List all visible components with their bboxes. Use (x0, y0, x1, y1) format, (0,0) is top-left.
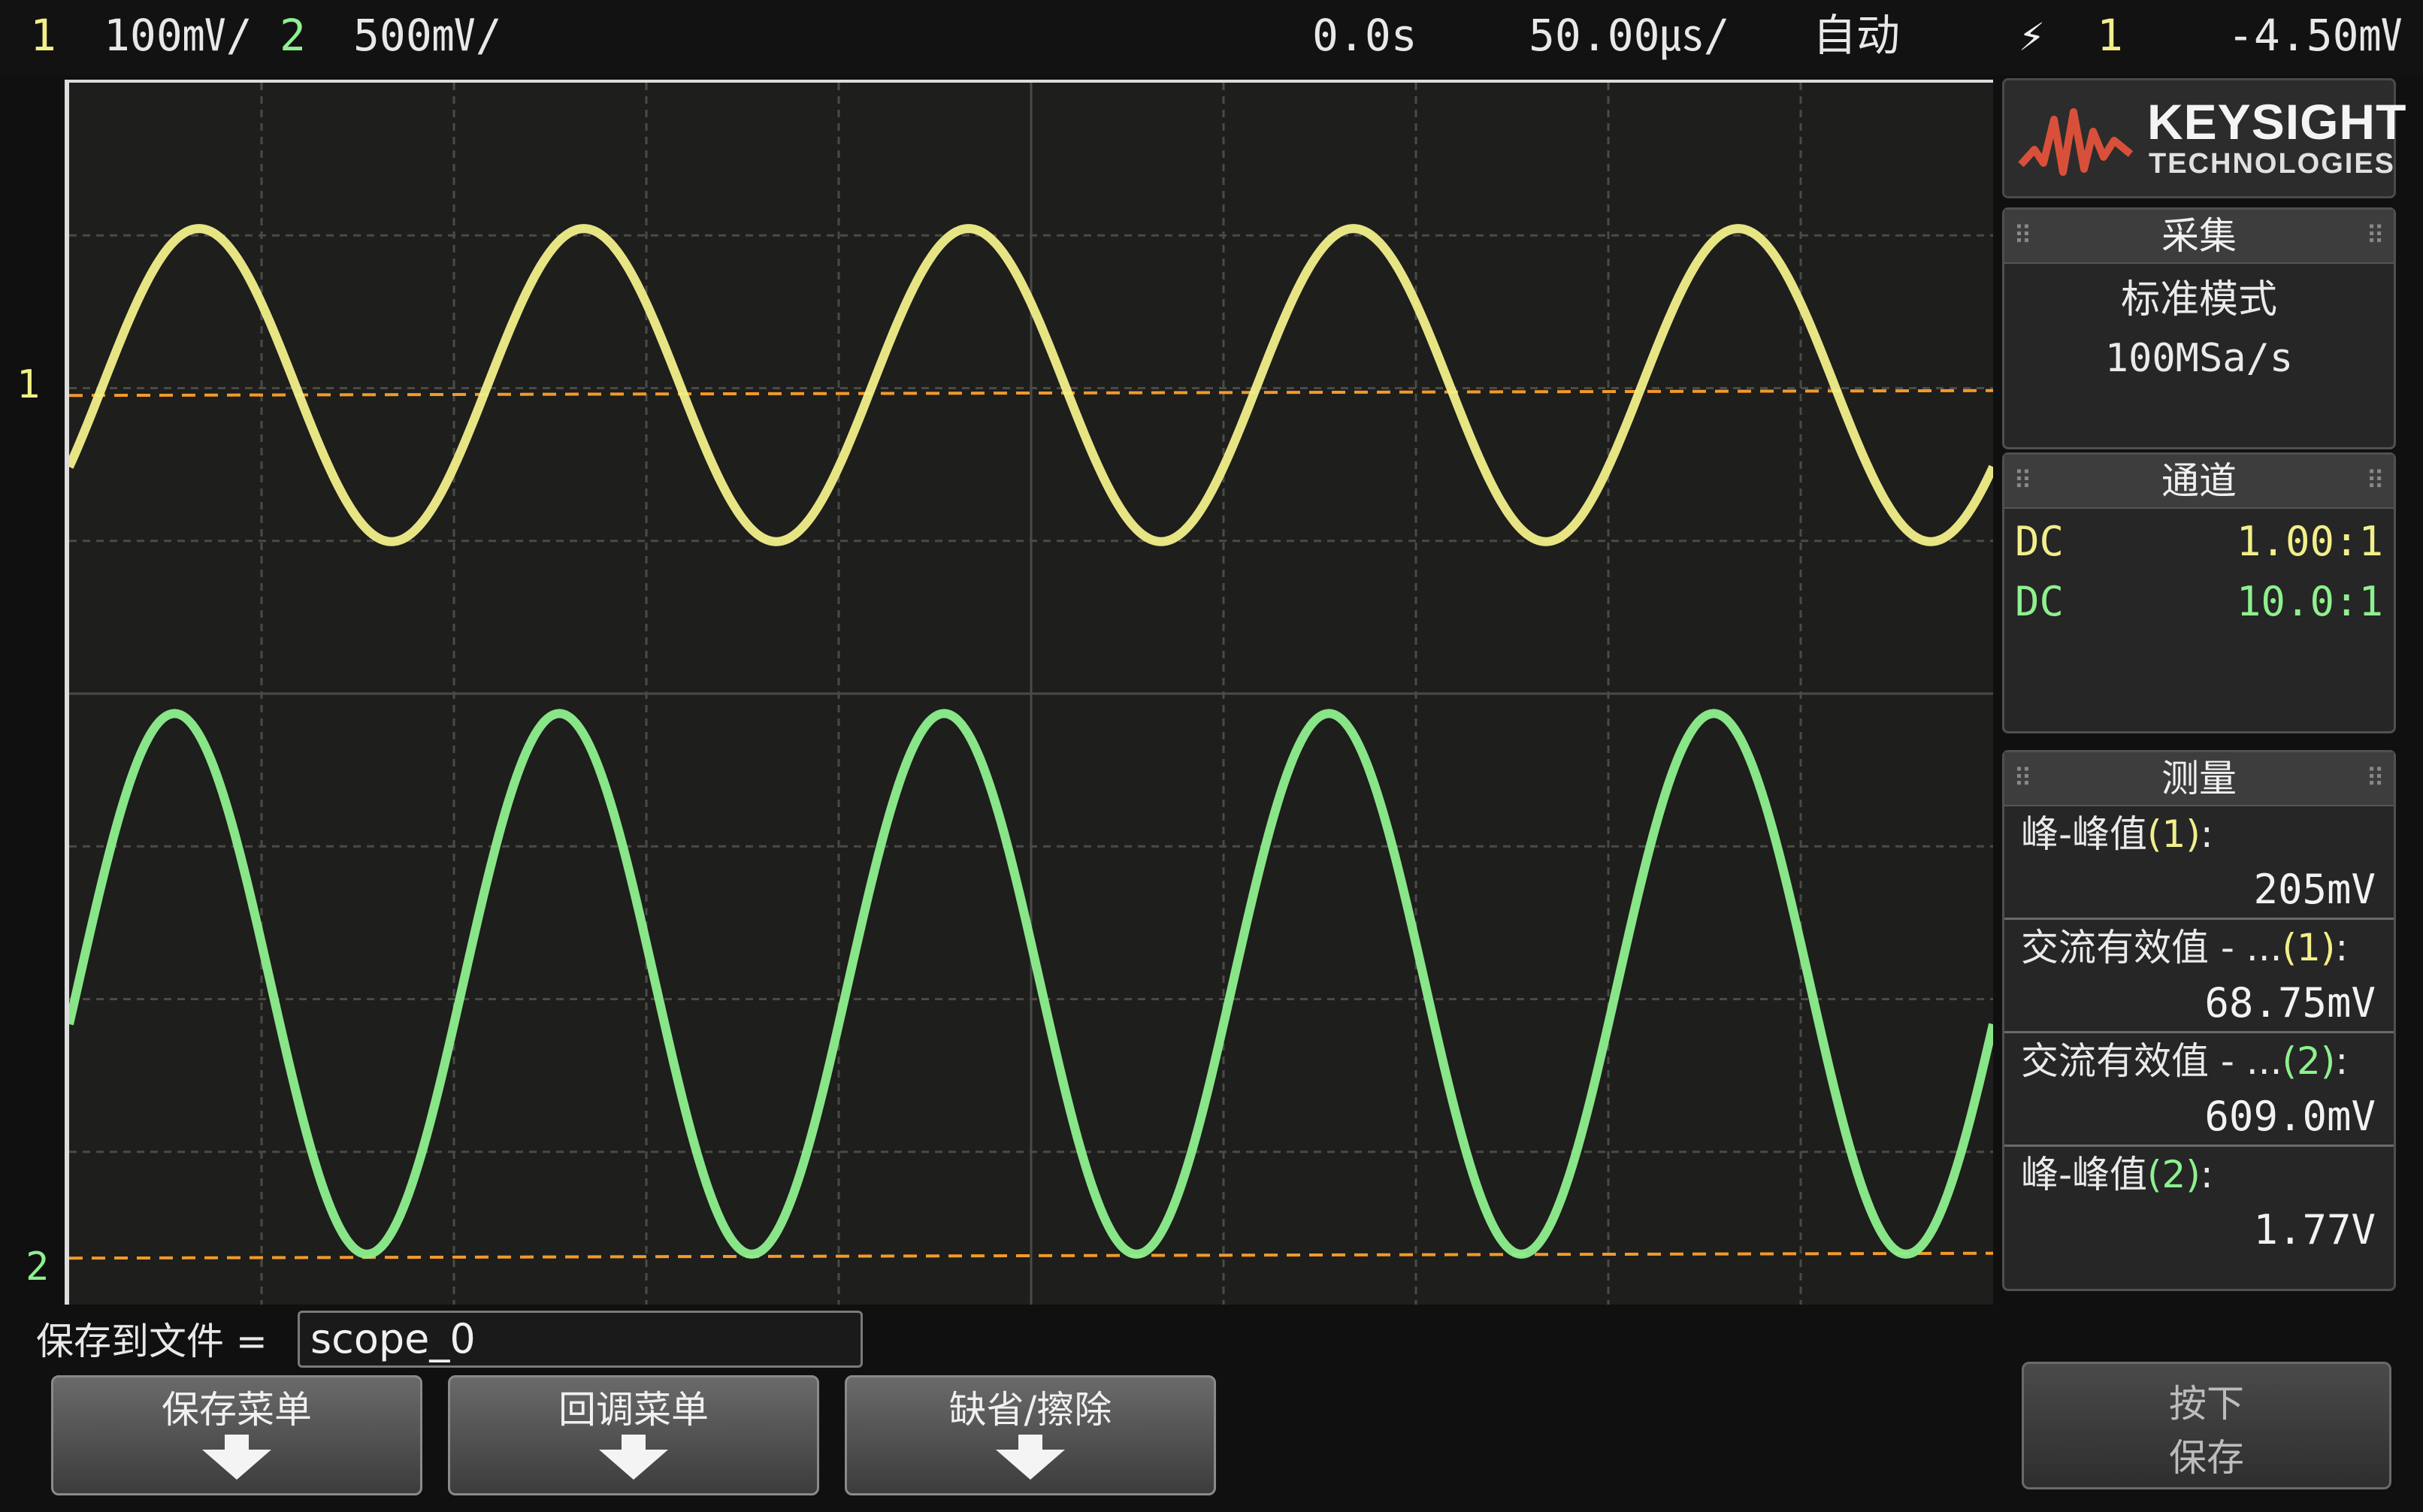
ch1-probe: 1.00:1 (2236, 518, 2383, 565)
grip-icon: ⠿ (2013, 764, 2032, 794)
filename-field[interactable]: scope_0 (298, 1311, 863, 1368)
press-key-line2: 保存 (2169, 1436, 2244, 1480)
brand-name: KEYSIGHT (2147, 94, 2407, 150)
side-panel: KEYSIGHT TECHNOLOGIES ⠿ 采集 ⠿ 标准模式 100MSa… (2002, 78, 2406, 1303)
trigger-mode[interactable]: 自动 (1813, 14, 1900, 57)
measure-title: 测量 (2161, 757, 2237, 800)
channel-title: 通道 (2161, 459, 2237, 503)
channel-1-row: DC 1.00:1 (2004, 509, 2394, 569)
grip-icon: ⠿ (2013, 221, 2032, 251)
ch2-probe: 10.0:1 (2236, 578, 2383, 625)
channel-2-row: DC 10.0:1 (2004, 569, 2394, 629)
measure-panel[interactable]: ⠿ 测量 ⠿ 峰-峰值(1): 205mV 交流有效值 - ...(1): 68… (2002, 750, 2396, 1291)
brand-sub: TECHNOLOGIES (2149, 148, 2396, 180)
down-arrow-icon (202, 1450, 271, 1480)
measure-label: 交流有效值 - ...(1): (2021, 926, 2349, 969)
ch2-coupling: DC (2015, 578, 2065, 625)
ch1-ground-marker[interactable]: 1 (17, 365, 40, 404)
acquire-panel[interactable]: ⠿ 采集 ⠿ 标准模式 100MSa/s (2002, 207, 2396, 449)
trigger-edge-icon: ⚡ (2019, 10, 2045, 61)
softkey-label: 回调菜单 (558, 1388, 709, 1432)
trigger-level[interactable]: -4.50㎷ (2228, 14, 2403, 57)
channel-header: ⠿ 通道 ⠿ (2004, 455, 2394, 509)
measure-value: 1.77V (2253, 1206, 2376, 1253)
down-arrow-icon (225, 1435, 249, 1451)
sample-rate: 100MSa/s (2104, 336, 2294, 381)
status-bar: 1 100㎷/ 2 500㎷/ 0.0s 50.00㎲/ 自动 ⚡ 1 -4.5… (0, 0, 2423, 75)
down-arrow-icon (996, 1450, 1065, 1480)
measure-label: 交流有效值 - ...(2): (2021, 1039, 2349, 1083)
trigger-source[interactable]: 1 (2097, 14, 2123, 57)
ch2-scale[interactable]: 500㎷/ (353, 14, 502, 57)
ch1-number[interactable]: 1 (30, 14, 56, 57)
grip-icon: ⠿ (2013, 466, 2032, 496)
softkey-label: 缺省/擦除 (948, 1388, 1112, 1432)
ch1-coupling: DC (2015, 518, 2065, 565)
ch2-number[interactable]: 2 (280, 14, 306, 57)
grip-icon: ⠿ (2366, 466, 2385, 496)
grip-icon: ⠿ (2366, 221, 2385, 251)
save-menu-softkey[interactable]: 保存菜单 (51, 1375, 422, 1495)
press-to-save-key[interactable]: 按下 保存 (2022, 1362, 2391, 1489)
ch2-ground-marker[interactable]: 2 (26, 1247, 49, 1287)
channel-panel[interactable]: ⠿ 通道 ⠿ DC 1.00:1 DC 10.0:1 (2002, 452, 2396, 733)
default-erase-softkey[interactable]: 缺省/擦除 (845, 1375, 1216, 1495)
brand-logo: KEYSIGHT TECHNOLOGIES (2002, 78, 2406, 198)
measure-label: 峰-峰值(1): (2021, 812, 2213, 856)
time-scale[interactable]: 50.00㎲/ (1529, 14, 1730, 57)
recall-menu-softkey[interactable]: 回调菜单 (448, 1375, 819, 1495)
measure-value: 609.0mV (2004, 1089, 2394, 1147)
press-key-line1: 按下 (2169, 1382, 2244, 1426)
acquire-header: ⠿ 采集 ⠿ (2004, 210, 2394, 264)
grip-icon: ⠿ (2366, 764, 2385, 794)
down-arrow-icon (1018, 1435, 1042, 1451)
keysight-wave-icon (2018, 108, 2134, 176)
measure-header: ⠿ 测量 ⠿ (2004, 752, 2394, 806)
measure-value: 68.75mV (2004, 975, 2394, 1033)
acquire-mode: 标准模式 (2120, 277, 2277, 322)
down-arrow-icon (599, 1450, 668, 1480)
acquire-title: 采集 (2161, 214, 2237, 258)
time-offset[interactable]: 0.0s (1312, 14, 1417, 57)
waveform-graticule (69, 83, 1993, 1305)
measure-label: 峰-峰值(2): (2021, 1153, 2213, 1196)
waveform-display[interactable] (65, 80, 1993, 1305)
save-to-file-label: 保存到文件 = (36, 1320, 268, 1363)
softkey-label: 保存菜单 (162, 1388, 312, 1432)
down-arrow-icon (622, 1435, 646, 1451)
measure-value: 205mV (2004, 862, 2394, 920)
ch1-scale[interactable]: 100㎷/ (104, 14, 253, 57)
